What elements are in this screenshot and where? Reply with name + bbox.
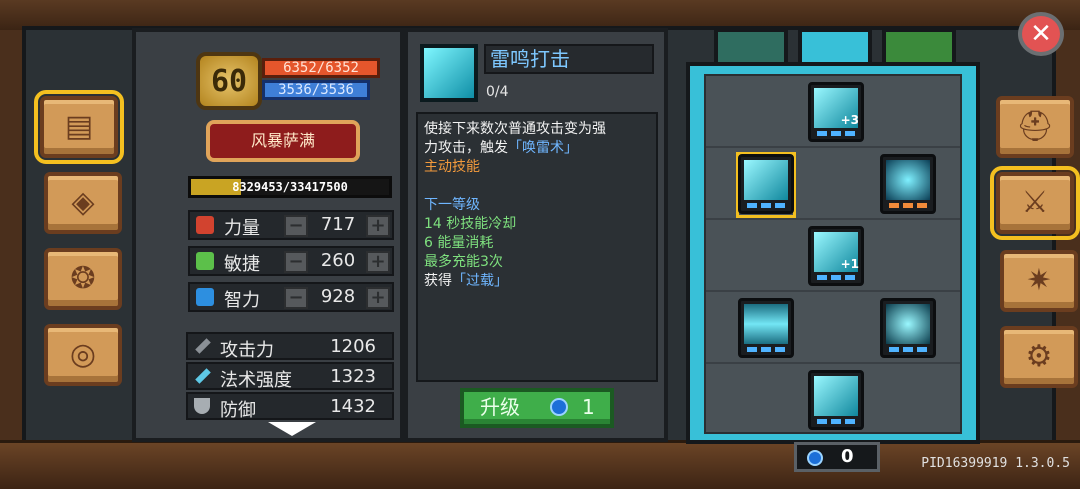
fist-icon — [196, 216, 214, 234]
class-name-plate: 风暴萨满 — [206, 120, 360, 162]
stat-label: 智力 — [224, 290, 260, 311]
node-tag: +3 — [840, 113, 859, 127]
next-level-line: 6 能量消耗 — [424, 235, 494, 251]
helmet-icon: ⛑ — [1015, 108, 1055, 144]
mp-bar: 3536/3536 — [262, 80, 370, 100]
skill-node-thunder-strike[interactable] — [738, 154, 794, 214]
stat-value: 260 — [320, 250, 356, 271]
skill-title: 雷鸣打击 — [484, 44, 654, 74]
attr-row-attack: 攻击力 1206 — [186, 332, 394, 361]
stat-row-intellect: 智力 − 928 + — [188, 282, 394, 312]
stat-row-agility: 敏捷 − 260 + — [188, 246, 394, 276]
attr-value: 1432 — [330, 396, 376, 417]
nav-wheel-button[interactable]: ◎ — [44, 324, 122, 386]
attr-label: 攻击力 — [220, 340, 274, 361]
upgrade-button[interactable]: 升级 1 — [460, 388, 614, 428]
sword-icon — [195, 338, 211, 354]
upgrade-label: 升级 — [480, 395, 520, 419]
scroll-down-chevron-icon[interactable] — [268, 422, 316, 436]
book-icon: ▤ — [64, 108, 94, 144]
strength-plus-button[interactable]: + — [366, 215, 390, 237]
attr-label: 防御 — [220, 400, 256, 421]
nav-helmet-button[interactable]: ⛑ — [996, 96, 1074, 158]
next-level-line: 14 秒技能冷却 — [424, 216, 517, 232]
book-icon — [196, 288, 214, 306]
nav-book-button[interactable]: ▤ — [34, 90, 124, 164]
attr-row-spellpower: 法术强度 1323 — [186, 362, 394, 391]
stat-label: 力量 — [224, 218, 260, 239]
node-tag: +1 — [840, 257, 859, 271]
stat-value: 928 — [320, 286, 356, 307]
skill-description: 使接下来数次普通攻击变为强 力攻击，触发「唤雷术」 主动技能 下一等级 14 秒… — [416, 112, 658, 382]
upgrade-cost: 1 — [582, 395, 595, 419]
skill-node-tome[interactable] — [808, 370, 864, 430]
skill-type: 主动技能 — [424, 159, 480, 175]
skill-node-spirit[interactable] — [880, 298, 936, 358]
skill-points-counter: 0 — [794, 442, 880, 472]
xp-text: 8329453/33417500 — [232, 180, 348, 194]
attr-value: 1206 — [330, 336, 376, 357]
skill-points-value: 0 — [841, 446, 854, 467]
nav-settings-button[interactable]: ⚙ — [1000, 326, 1078, 388]
hp-bar: 6352/6352 — [262, 58, 380, 78]
version-label: PID16399919 1.3.0.5 — [921, 456, 1070, 471]
lightning-eye-icon — [420, 44, 478, 102]
skill-node-vortex[interactable] — [880, 154, 936, 214]
attr-row-defense: 防御 1432 — [186, 392, 394, 421]
burst-icon: ✷ — [1026, 262, 1052, 298]
feather-icon — [196, 252, 214, 270]
agility-plus-button[interactable]: + — [366, 251, 390, 273]
nav-weapon-button[interactable]: ⚔ — [990, 166, 1080, 240]
intellect-plus-button[interactable]: + — [366, 287, 390, 309]
skill-point-icon — [550, 398, 568, 416]
wand-icon — [195, 368, 211, 384]
map-icon: ◈ — [71, 184, 95, 220]
strength-minus-button[interactable]: − — [284, 215, 308, 237]
skill-node-wave[interactable] — [738, 298, 794, 358]
nav-pet-button[interactable]: ❂ — [44, 248, 122, 310]
nav-skill-button[interactable]: ✷ — [1000, 250, 1078, 312]
skill-progress: 0/4 — [486, 84, 509, 100]
next-level-line: 获得 — [424, 273, 452, 289]
close-button[interactable]: ✕ — [1018, 12, 1064, 56]
desc-keyword: 「过载」 — [452, 273, 508, 289]
agility-minus-button[interactable]: − — [284, 251, 308, 273]
attr-label: 法术强度 — [220, 370, 292, 391]
desc-keyword: 「唤雷术」 — [508, 140, 578, 156]
xp-bar: 8329453/33417500 — [188, 176, 392, 198]
shield-icon — [194, 398, 210, 414]
skill-node-totem[interactable]: +1 — [808, 226, 864, 286]
attr-value: 1323 — [330, 366, 376, 387]
skill-point-icon — [807, 450, 823, 466]
wood-bottom-border — [0, 440, 1080, 489]
gear-icon: ⚙ — [1025, 338, 1053, 374]
wheel-icon: ◎ — [69, 336, 97, 372]
intellect-minus-button[interactable]: − — [284, 287, 308, 309]
skill-node-storm-summon[interactable]: +3 — [808, 82, 864, 142]
stat-row-strength: 力量 − 717 + — [188, 210, 394, 240]
next-level-header: 下一等级 — [424, 197, 480, 213]
stat-value: 717 — [320, 214, 356, 235]
paw-icon: ❂ — [70, 260, 96, 296]
crossed-swords-icon: ⚔ — [1021, 184, 1049, 220]
next-level-line: 最多充能3次 — [424, 254, 503, 270]
desc-line: 力攻击，触发 — [424, 140, 508, 156]
desc-line: 使接下来数次普通攻击变为强 — [424, 121, 606, 137]
level-badge: 60 — [196, 52, 262, 110]
nav-map-button[interactable]: ◈ — [44, 172, 122, 234]
stat-label: 敏捷 — [224, 254, 260, 275]
